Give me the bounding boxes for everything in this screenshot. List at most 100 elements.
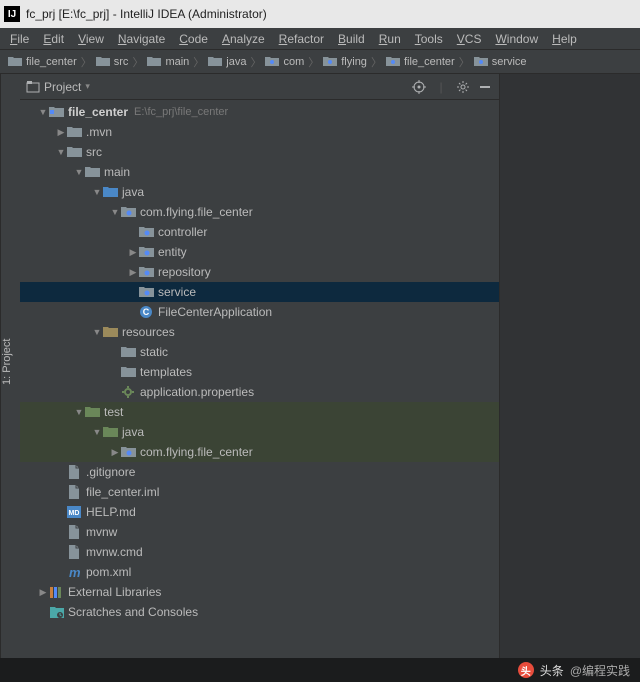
tree-node-label: mvnw.cmd: [86, 545, 143, 559]
tree-node--gitignore[interactable]: .gitignore: [20, 462, 499, 482]
tree-node-resources[interactable]: ▼resources: [20, 322, 499, 342]
menu-build[interactable]: Build: [332, 30, 371, 48]
main-area: 1: Project Project ▾ | ▼file_centerE:\fc…: [0, 74, 640, 658]
tree-node-label: entity: [158, 245, 187, 259]
chevron-right-icon[interactable]: ▶: [56, 127, 66, 138]
tree-node-label: External Libraries: [68, 585, 161, 599]
tree-node-com-flying-file-center[interactable]: ▶com.flying.file_center: [20, 442, 499, 462]
tree-node-entity[interactable]: ▶ entity: [20, 242, 499, 262]
tree-node-mvnw[interactable]: mvnw: [20, 522, 499, 542]
chevron-right-icon[interactable]: ▶: [110, 447, 120, 458]
tree-node-label: Scratches and Consoles: [68, 605, 198, 619]
sidebar-tab-project[interactable]: 1: Project: [0, 74, 20, 658]
tree-node-java[interactable]: ▼java: [20, 422, 499, 442]
tree-node-java[interactable]: ▼java: [20, 182, 499, 202]
tree-node-static[interactable]: static: [20, 342, 499, 362]
tree-node-label: templates: [140, 365, 192, 379]
menu-edit[interactable]: Edit: [37, 30, 70, 48]
target-icon[interactable]: [411, 79, 427, 95]
folder-src-icon: [84, 165, 100, 179]
tree-node-repository[interactable]: ▶ repository: [20, 262, 499, 282]
breadcrumb-item[interactable]: src: [96, 56, 129, 68]
package-icon: [120, 445, 136, 459]
tree-node-file-center-iml[interactable]: file_center.iml: [20, 482, 499, 502]
menu-vcs[interactable]: VCS: [451, 30, 488, 48]
breadcrumb-item[interactable]: java: [208, 56, 246, 68]
chevron-down-icon[interactable]: ▼: [38, 107, 48, 117]
tree-node-label: pom.xml: [86, 565, 131, 579]
breadcrumb-separator: 〉: [132, 54, 143, 70]
menu-window[interactable]: Window: [489, 30, 544, 48]
menu-view[interactable]: View: [72, 30, 110, 48]
folder-icon: [120, 365, 136, 379]
menu-analyze[interactable]: Analyze: [216, 30, 271, 48]
tree-node-templates[interactable]: templates: [20, 362, 499, 382]
breadcrumb-item[interactable]: com: [265, 56, 304, 68]
breadcrumb-item[interactable]: file_center: [8, 56, 77, 68]
chevron-down-icon[interactable]: ▼: [92, 327, 102, 337]
panel-title[interactable]: Project ▾: [26, 80, 405, 94]
file-icon: [66, 545, 82, 559]
tree-node-label: repository: [158, 265, 211, 279]
scratch-icon: [48, 605, 64, 619]
chevron-down-icon[interactable]: ▼: [92, 427, 102, 437]
chevron-down-icon[interactable]: ▼: [56, 147, 66, 157]
chevron-right-icon[interactable]: ▶: [38, 587, 48, 598]
chevron-down-icon[interactable]: ▼: [74, 407, 84, 417]
breadcrumb-item[interactable]: flying: [323, 56, 367, 68]
menu-code[interactable]: Code: [173, 30, 214, 48]
package-icon: [120, 205, 136, 219]
tree-node-file-center[interactable]: ▼file_centerE:\fc_prj\file_center: [20, 102, 499, 122]
breadcrumb-item[interactable]: service: [474, 56, 527, 68]
menu-run[interactable]: Run: [373, 30, 407, 48]
tree-node-help-md[interactable]: MDHELP.md: [20, 502, 499, 522]
tree-node-label: HELP.md: [86, 505, 136, 519]
tree-node-com-flying-file-center[interactable]: ▼com.flying.file_center: [20, 202, 499, 222]
tree-node--mvn[interactable]: ▶.mvn: [20, 122, 499, 142]
breadcrumb-item[interactable]: main: [147, 56, 189, 68]
tree-node-controller[interactable]: controller: [20, 222, 499, 242]
tree-node-pom-xml[interactable]: m pom.xml: [20, 562, 499, 582]
folder-icon: [120, 345, 136, 359]
breadcrumb-item[interactable]: file_center: [386, 56, 455, 68]
tree-node-test[interactable]: ▼test: [20, 402, 499, 422]
tree-node-scratches-and-consoles[interactable]: Scratches and Consoles: [20, 602, 499, 622]
footer-watermark: 头 头条 @编程实践: [0, 658, 640, 682]
tree-node-main[interactable]: ▼main: [20, 162, 499, 182]
package-icon: [138, 285, 154, 299]
tree-node-label: mvnw: [86, 525, 117, 539]
tree-node-label: static: [140, 345, 168, 359]
tree-node-mvnw-cmd[interactable]: mvnw.cmd: [20, 542, 499, 562]
tree-node-service[interactable]: service: [20, 282, 499, 302]
tree-node-filecenterapplication[interactable]: CFileCenterApplication: [20, 302, 499, 322]
project-tree: ▼file_centerE:\fc_prj\file_center▶.mvn▼s…: [20, 100, 499, 658]
chevron-down-icon[interactable]: ▼: [110, 207, 120, 217]
tree-node-label: file_center: [68, 105, 128, 119]
tree-node-label: controller: [158, 225, 207, 239]
minimize-icon[interactable]: [477, 79, 493, 95]
panel-header: Project ▾ |: [20, 74, 499, 100]
tree-node-src[interactable]: ▼src: [20, 142, 499, 162]
chevron-right-icon[interactable]: ▶: [128, 267, 138, 278]
lib-icon: [48, 585, 64, 599]
chevron-right-icon[interactable]: ▶: [128, 247, 138, 258]
project-panel: Project ▾ | ▼file_centerE:\fc_prj\file_c…: [20, 74, 500, 658]
package-icon: [138, 245, 154, 259]
gear-icon[interactable]: [455, 79, 471, 95]
tree-node-label: file_center.iml: [86, 485, 159, 499]
menu-navigate[interactable]: Navigate: [112, 30, 171, 48]
chevron-down-icon[interactable]: ▼: [74, 167, 84, 177]
tree-node-label: service: [158, 285, 196, 299]
menu-file[interactable]: File: [4, 30, 35, 48]
tree-node-external-libraries[interactable]: ▶ External Libraries: [20, 582, 499, 602]
package-icon: [138, 225, 154, 239]
menu-help[interactable]: Help: [546, 30, 583, 48]
svg-text:m: m: [69, 565, 81, 579]
folder-test-java-icon: [102, 425, 118, 439]
menu-refactor[interactable]: Refactor: [273, 30, 330, 48]
breadcrumb-separator: 〉: [250, 54, 261, 70]
chevron-down-icon[interactable]: ▼: [92, 187, 102, 197]
brand-text: 头条: [540, 662, 564, 679]
menu-tools[interactable]: Tools: [409, 30, 449, 48]
tree-node-application-properties[interactable]: application.properties: [20, 382, 499, 402]
